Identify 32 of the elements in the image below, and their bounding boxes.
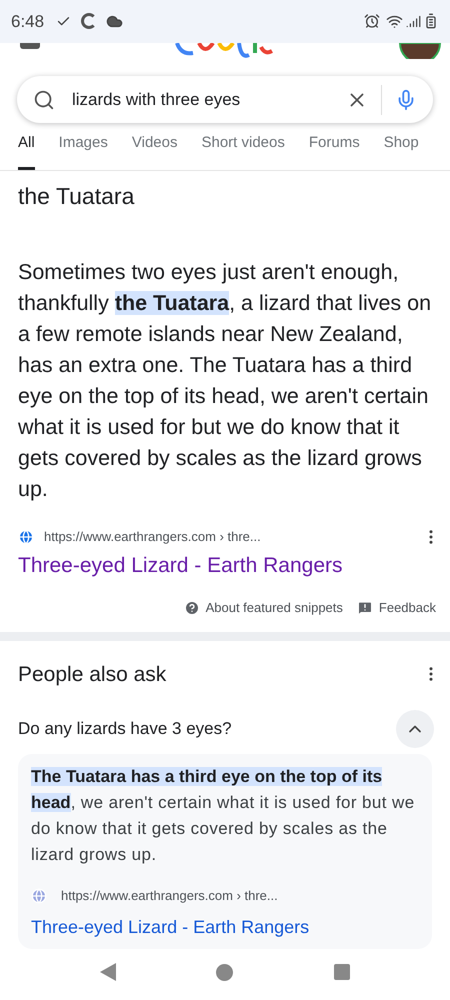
source-url: https://www.earthrangers.com › thre...	[61, 887, 278, 906]
home-icon[interactable]	[216, 964, 234, 981]
question-text[interactable]: Do any lizards have 3 eyes?	[18, 716, 396, 742]
globe-icon	[18, 528, 34, 545]
tab[interactable]: Videos	[132, 132, 178, 170]
section-title: People also ask	[18, 662, 168, 688]
alarm-icon	[364, 13, 380, 30]
avatar-icon[interactable]	[398, 42, 442, 60]
feedback-icon	[356, 600, 373, 616]
logo-icon	[175, 42, 273, 59]
signal-icon	[406, 14, 421, 29]
source-url: https://www.earthrangers.com › thre...	[44, 528, 262, 546]
tab[interactable]: Images	[58, 132, 108, 170]
recents-icon[interactable]	[334, 964, 350, 980]
snippet-heading: the Tuatara	[18, 182, 136, 211]
about-snippets-link[interactable]: About featured snippets	[206, 598, 343, 618]
search-field[interactable]: lizards with three eyes	[17, 76, 433, 124]
feedback-link[interactable]: Feedback	[378, 598, 436, 618]
help-icon	[184, 600, 200, 616]
result-link[interactable]: Three-eyed Lizard - Earth Rangers	[18, 550, 432, 582]
tab[interactable]: All	[18, 132, 35, 170]
globe-icon	[31, 888, 47, 904]
search-icon	[33, 88, 55, 111]
snippet-paragraph: Sometimes two eyes just aren't enough, thankfully the Tuatara, a lizard that lives on a few remote islands near New Zealand, has an extra one. The Tuatara has a third eye on the top of its head, we aren't certain what it is used for but we do know that it gets covered by scales as the lizard grows up.	[18, 258, 432, 503]
tab[interactable]: Short videos	[201, 132, 285, 170]
result-link[interactable]: Three-eyed Lizard - Earth Rangers	[31, 914, 419, 941]
search-query: lizards with three eyes	[72, 89, 242, 112]
answer-paragraph: The Tuatara has a third eye on the top of its head, we aren't certain what it is used for but we do know that it gets covered by scales as the lizard grows up.	[31, 766, 416, 866]
tab[interactable]: Forums	[308, 132, 360, 170]
tab[interactable]: Shop	[384, 132, 419, 170]
back-icon[interactable]	[100, 963, 116, 982]
status-time: 6:48	[11, 10, 44, 33]
